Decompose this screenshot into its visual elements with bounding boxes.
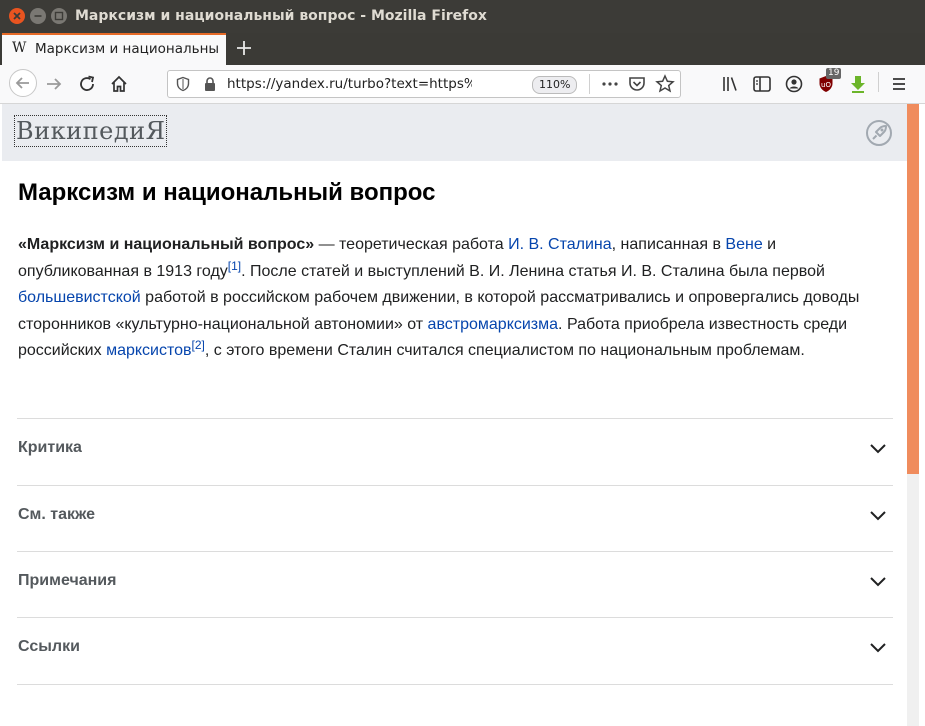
back-button[interactable]	[9, 69, 37, 97]
link-marxists[interactable]: марксистов	[106, 342, 191, 359]
forward-button[interactable]	[42, 72, 66, 96]
close-window-button[interactable]	[9, 8, 25, 24]
reference-1[interactable]: [1]	[228, 259, 241, 273]
page-header: ВикипедиЯ	[2, 104, 907, 161]
plus-icon	[237, 41, 251, 55]
urlbar-separator	[589, 74, 590, 94]
star-icon[interactable]	[655, 74, 675, 94]
library-icon	[723, 77, 737, 91]
forward-arrow-icon	[47, 78, 62, 90]
link-stalin[interactable]: И. В. Сталина	[508, 236, 612, 253]
library-button[interactable]	[718, 72, 742, 96]
navigation-toolbar: https://yandex.ru/turbo?text=https%3A%2F…	[0, 65, 925, 104]
back-arrow-icon	[15, 77, 29, 89]
page-scrollbar-thumb[interactable]	[907, 104, 919, 474]
wikipedia-logo[interactable]: ВикипедиЯ	[13, 115, 168, 147]
page-title: Марксизм и национальный вопрос	[18, 179, 436, 206]
minimize-window-button[interactable]	[30, 8, 46, 24]
lead-bold-title: «Марксизм и национальный вопрос»	[18, 236, 315, 253]
reload-button[interactable]	[75, 72, 99, 96]
ublock-badge: 19	[826, 68, 842, 79]
toolbar-separator	[878, 72, 879, 92]
chevron-down-icon[interactable]	[869, 642, 887, 654]
lead-text: — теоретическая работа	[314, 236, 509, 253]
download-icon	[851, 76, 865, 93]
svg-text:uO: uO	[821, 81, 831, 89]
section-title: Ссылки	[18, 638, 80, 655]
lead-text: . После статей и выступлений В. И. Ленин…	[241, 262, 825, 280]
tab-strip: W Марксизм и национальный вопрос	[0, 33, 925, 65]
section-notes[interactable]: Примечания	[17, 551, 893, 617]
section-criticism[interactable]: Критика	[17, 418, 893, 484]
tab-active[interactable]: W Марксизм и национальный вопрос	[2, 33, 226, 65]
link-austromarxism[interactable]: австромарксизма	[428, 316, 559, 333]
section-title: См. также	[18, 506, 96, 523]
tab-label: Марксизм и национальный вопрос	[35, 41, 220, 57]
minimize-icon	[34, 15, 42, 17]
section-title: Примечания	[18, 572, 117, 589]
section-see-also[interactable]: См. также	[17, 485, 893, 551]
url-bar[interactable]: https://yandex.ru/turbo?text=https%3A%2F…	[167, 70, 681, 98]
chevron-down-icon[interactable]	[869, 510, 887, 522]
zoom-indicator[interactable]: 110%	[532, 76, 578, 94]
lead-text: , с этого времени Сталин считался специа…	[204, 342, 805, 359]
reload-icon	[80, 75, 95, 91]
account-icon	[785, 75, 803, 93]
lead-text: , написанная в	[611, 236, 726, 253]
close-icon	[13, 12, 21, 20]
wikipedia-favicon-icon: W	[12, 40, 27, 56]
home-button[interactable]	[107, 72, 131, 96]
maximize-icon	[54, 11, 64, 21]
new-tab-button[interactable]	[232, 35, 256, 61]
chevron-down-icon[interactable]	[869, 443, 887, 455]
lock-icon[interactable]	[203, 76, 217, 92]
menu-icon	[893, 78, 905, 90]
chevron-down-icon[interactable]	[869, 576, 887, 588]
ublock-button[interactable]: uO 19	[814, 68, 842, 96]
download-button[interactable]	[846, 72, 870, 96]
reference-2[interactable]: [2]	[192, 338, 205, 352]
link-bolshevik[interactable]: большевистской	[18, 289, 141, 306]
article-lead: «Марксизм и национальный вопрос» — теоре…	[18, 232, 894, 365]
window-titlebar: Марксизм и национальный вопрос - Mozilla…	[0, 0, 925, 33]
menu-button[interactable]	[887, 72, 911, 96]
window-title: Марксизм и национальный вопрос - Mozilla…	[75, 8, 487, 24]
sidebar-button[interactable]	[750, 72, 774, 96]
sidebar-icon	[753, 76, 771, 92]
url-text[interactable]: https://yandex.ru/turbo?text=https%3A%2F	[227, 76, 472, 92]
home-icon	[111, 75, 127, 92]
rocket-icon[interactable]	[865, 119, 893, 147]
section-divider	[17, 684, 893, 685]
maximize-window-button[interactable]	[51, 8, 67, 24]
pocket-icon[interactable]	[627, 74, 647, 94]
more-dots-icon[interactable]	[600, 74, 620, 94]
shield-icon[interactable]	[175, 76, 191, 92]
section-links[interactable]: Ссылки	[17, 617, 893, 683]
account-button[interactable]	[782, 72, 806, 96]
link-vienna[interactable]: Вене	[725, 236, 762, 253]
section-title: Критика	[18, 439, 82, 456]
